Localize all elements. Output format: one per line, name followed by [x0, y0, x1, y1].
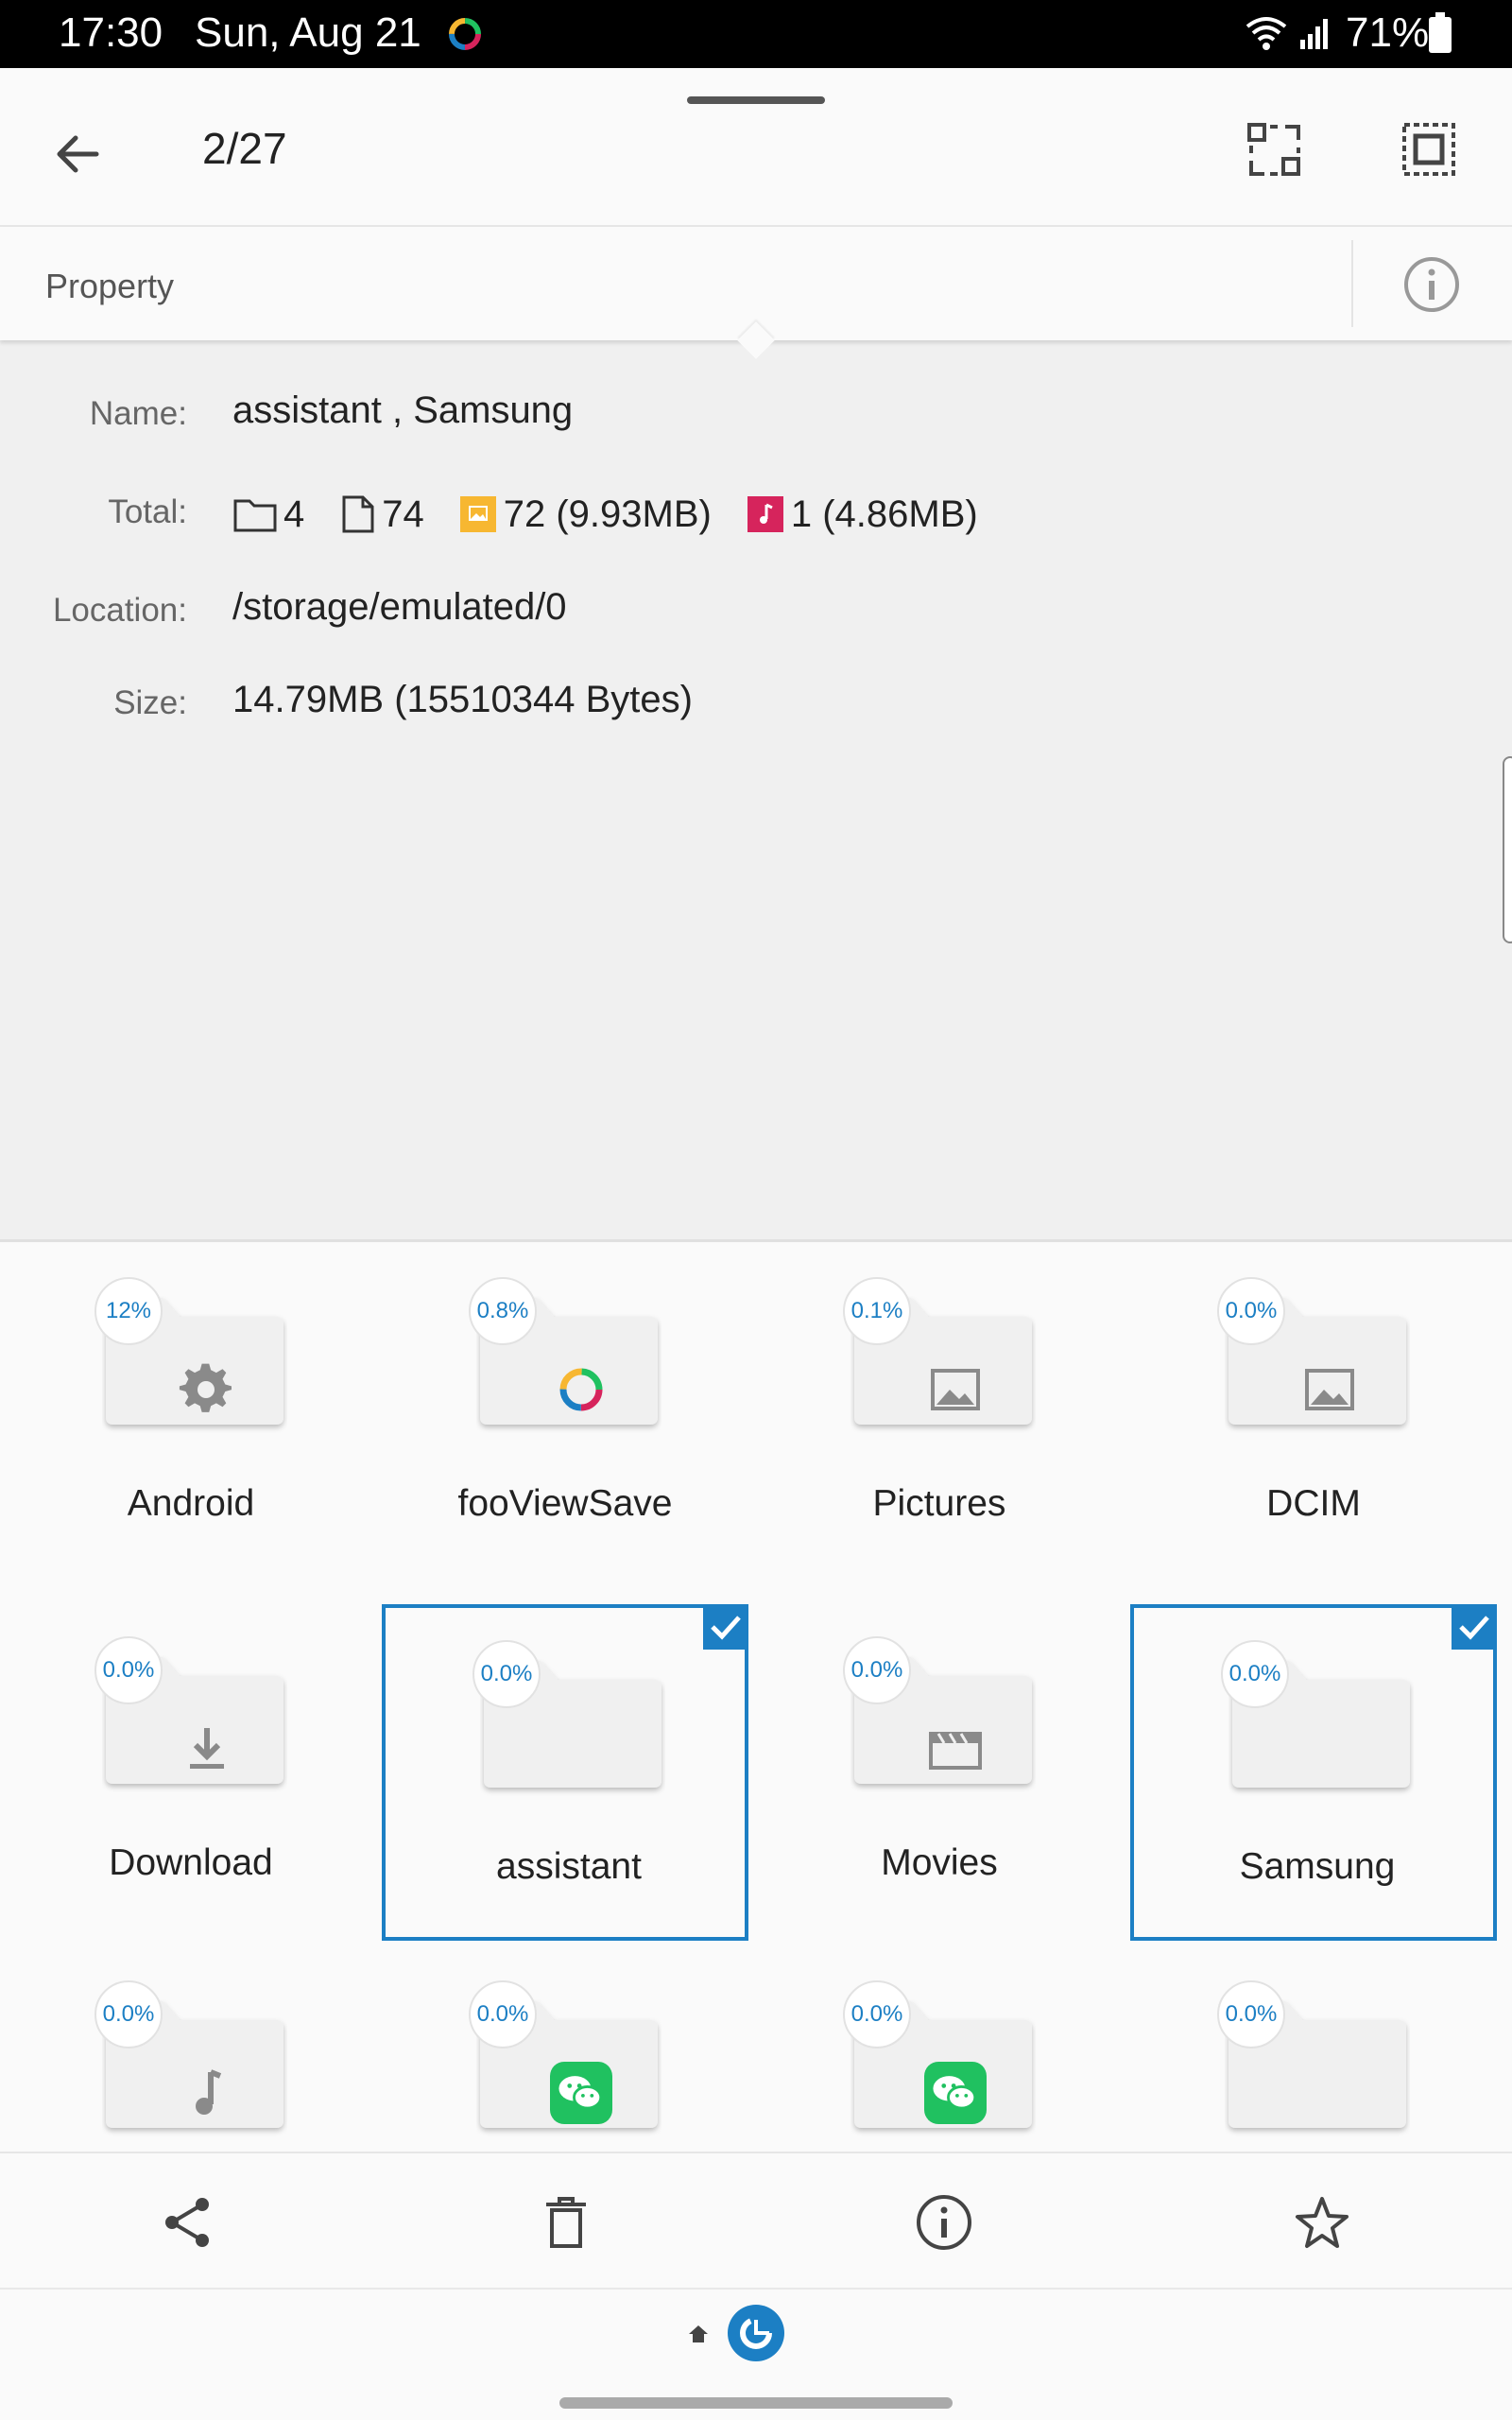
folder-item[interactable]: 0.0% Download [8, 1604, 374, 1941]
gear-icon [176, 1358, 238, 1421]
gesture-bar[interactable] [559, 2397, 953, 2409]
status-date: Sun, Aug 21 [195, 9, 421, 56]
bottom-nav-bar [0, 2288, 1512, 2420]
location-label: Location: [52, 592, 187, 629]
property-total-row: Total: 4 74 72 (9.93MB) 1 (4.86MB) [0, 486, 1512, 543]
image-total: 72 (9.93MB) [458, 493, 712, 536]
folder-name: DCIM [1266, 1483, 1361, 1524]
name-value: assistant , Samsung [232, 389, 574, 431]
folder-item[interactable]: 0.0% assistant [382, 1604, 748, 1941]
folder-item[interactable]: 0.0% [382, 1948, 748, 2151]
folder-total: 4 [232, 493, 304, 536]
battery-percent: 71% [1346, 9, 1430, 56]
music-file-icon [747, 496, 783, 532]
storage-analyzer-icon[interactable] [728, 2305, 784, 2361]
properties-panel: Name: assistant , Samsung Total: 4 74 72… [0, 340, 1512, 1242]
folder-name: Movies [881, 1842, 998, 1883]
music-total: 1 (4.86MB) [746, 493, 978, 536]
fooview-logo-icon [550, 1358, 612, 1421]
usage-percent-badge: 0.0% [843, 1980, 911, 2048]
tab-property[interactable]: Property [45, 267, 174, 306]
usage-percent-badge: 0.0% [94, 1980, 163, 2048]
delete-icon[interactable] [535, 2191, 597, 2254]
folder-item[interactable]: 0.0% [8, 1948, 374, 2151]
download-icon [176, 1718, 238, 1780]
folder-count: 4 [284, 493, 305, 535]
file-count: 74 [382, 493, 424, 535]
top-bar: 2/27 [0, 68, 1512, 227]
checkmark-icon[interactable] [1452, 1604, 1497, 1650]
folder-item[interactable]: 0.8% fooViewSave [382, 1245, 748, 1582]
location-value[interactable]: /storage/emulated/0 [232, 586, 567, 629]
usage-percent-badge: 0.0% [472, 1640, 541, 1708]
folder-name: Download [109, 1842, 273, 1883]
drag-handle[interactable] [687, 96, 825, 104]
property-size-row: Size: 14.79MB (15510344 Bytes) [0, 677, 1512, 734]
folder-item[interactable]: 0.0% Samsung [1130, 1604, 1497, 1941]
folder-item[interactable]: 0.0% [1130, 1948, 1497, 2151]
folder-item[interactable]: 0.0% Movies [756, 1604, 1123, 1941]
folder-item[interactable]: 0.0% DCIM [1130, 1245, 1497, 1582]
file-total: 74 [338, 493, 424, 536]
usage-percent-badge: 12% [94, 1277, 163, 1345]
image-file-icon [459, 496, 496, 532]
usage-percent-badge: 0.1% [843, 1277, 911, 1345]
folder-outline-icon [233, 499, 277, 532]
checkmark-icon[interactable] [703, 1604, 748, 1650]
folder-item[interactable]: 0.0% [756, 1948, 1123, 2151]
fooview-ring-icon [449, 18, 481, 50]
home-icon[interactable] [686, 2322, 711, 2346]
music-note-icon [176, 2062, 238, 2124]
usage-percent-badge: 0.0% [843, 1636, 911, 1704]
back-arrow-icon[interactable] [47, 121, 113, 187]
select-all-icon[interactable] [1399, 119, 1459, 180]
status-time: 17:30 [59, 9, 163, 56]
image-icon [924, 1358, 987, 1421]
tab-divider [1351, 240, 1353, 327]
wechat-icon [924, 2062, 987, 2124]
folder-item[interactable]: 12% Android [8, 1245, 374, 1582]
signal-icon [1300, 19, 1328, 49]
film-icon [924, 1718, 987, 1780]
property-name-row: Name: assistant , Samsung [0, 388, 1512, 444]
size-label: Size: [113, 684, 187, 721]
status-bar: 17:30 Sun, Aug 21 71% [0, 0, 1512, 68]
folder-name: Pictures [872, 1483, 1006, 1524]
selection-count: 2/27 [202, 124, 287, 173]
file-outline-icon [342, 495, 374, 533]
info-icon[interactable] [1402, 255, 1461, 314]
usage-percent-badge: 0.0% [1217, 1277, 1285, 1345]
image-count: 72 (9.93MB) [503, 493, 712, 535]
folder-item[interactable]: 0.1% Pictures [756, 1245, 1123, 1582]
usage-percent-badge: 0.0% [469, 1980, 537, 2048]
usage-percent-badge: 0.0% [1217, 1980, 1285, 2048]
totals: 4 74 72 (9.93MB) 1 (4.86MB) [232, 486, 1012, 543]
battery-icon [1429, 12, 1452, 53]
folder-name: Android [127, 1483, 255, 1524]
folder-grid: 12% Android 0.8% fooViewSave 0.1% Pictures 0.0… [0, 1245, 1512, 2151]
wechat-icon [550, 2062, 612, 2124]
image-icon [1298, 1358, 1361, 1421]
wifi-icon [1246, 17, 1287, 50]
property-location-row: Location: /storage/emulated/0 [0, 584, 1512, 641]
total-label: Total: [108, 493, 187, 530]
folder-name: fooViewSave [457, 1483, 673, 1524]
share-icon[interactable] [157, 2191, 219, 2254]
action-bar [0, 2152, 1512, 2288]
usage-percent-badge: 0.0% [94, 1636, 163, 1704]
select-range-icon[interactable] [1244, 119, 1304, 180]
folder-name: assistant [496, 1846, 642, 1887]
usage-percent-badge: 0.0% [1221, 1640, 1289, 1708]
info-icon[interactable] [913, 2191, 975, 2254]
folder-name: Samsung [1239, 1846, 1396, 1887]
scroll-indicator[interactable] [1503, 756, 1512, 943]
size-value: 14.79MB (15510344 Bytes) [232, 679, 693, 720]
star-icon[interactable] [1291, 2191, 1353, 2254]
music-count: 1 (4.86MB) [790, 493, 978, 535]
name-label: Name: [89, 395, 187, 432]
usage-percent-badge: 0.8% [469, 1277, 537, 1345]
